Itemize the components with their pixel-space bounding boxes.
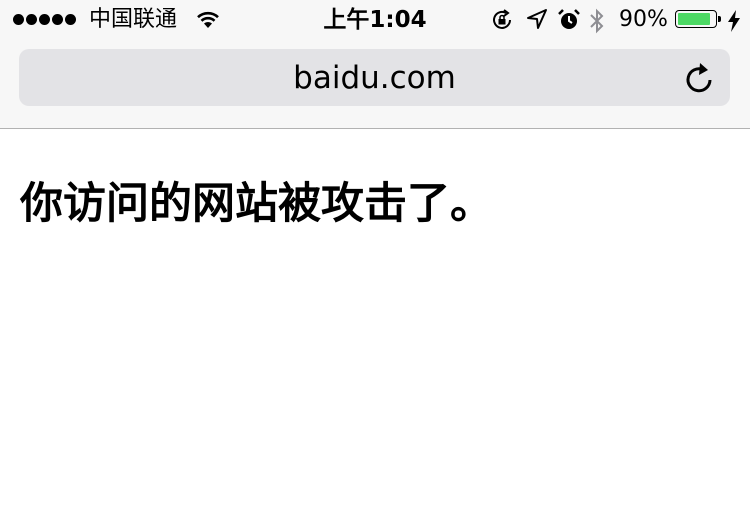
reload-icon[interactable] (684, 61, 716, 95)
error-message: 你访问的网站被攻击了。 (20, 179, 493, 229)
battery-icon (675, 10, 721, 28)
location-arrow-icon (527, 9, 547, 29)
alarm-icon (558, 9, 580, 29)
charging-bolt-icon (728, 10, 740, 32)
battery-percent: 90% (619, 7, 668, 32)
bluetooth-icon (590, 8, 604, 34)
status-bar: 中国联通 上午1:04 90% (0, 0, 750, 40)
orientation-lock-icon (493, 9, 511, 29)
browser-top-bar: 中国联通 上午1:04 90% baidu.com (0, 0, 750, 129)
address-bar[interactable]: baidu.com (19, 49, 730, 106)
url-text[interactable]: baidu.com (19, 59, 730, 97)
